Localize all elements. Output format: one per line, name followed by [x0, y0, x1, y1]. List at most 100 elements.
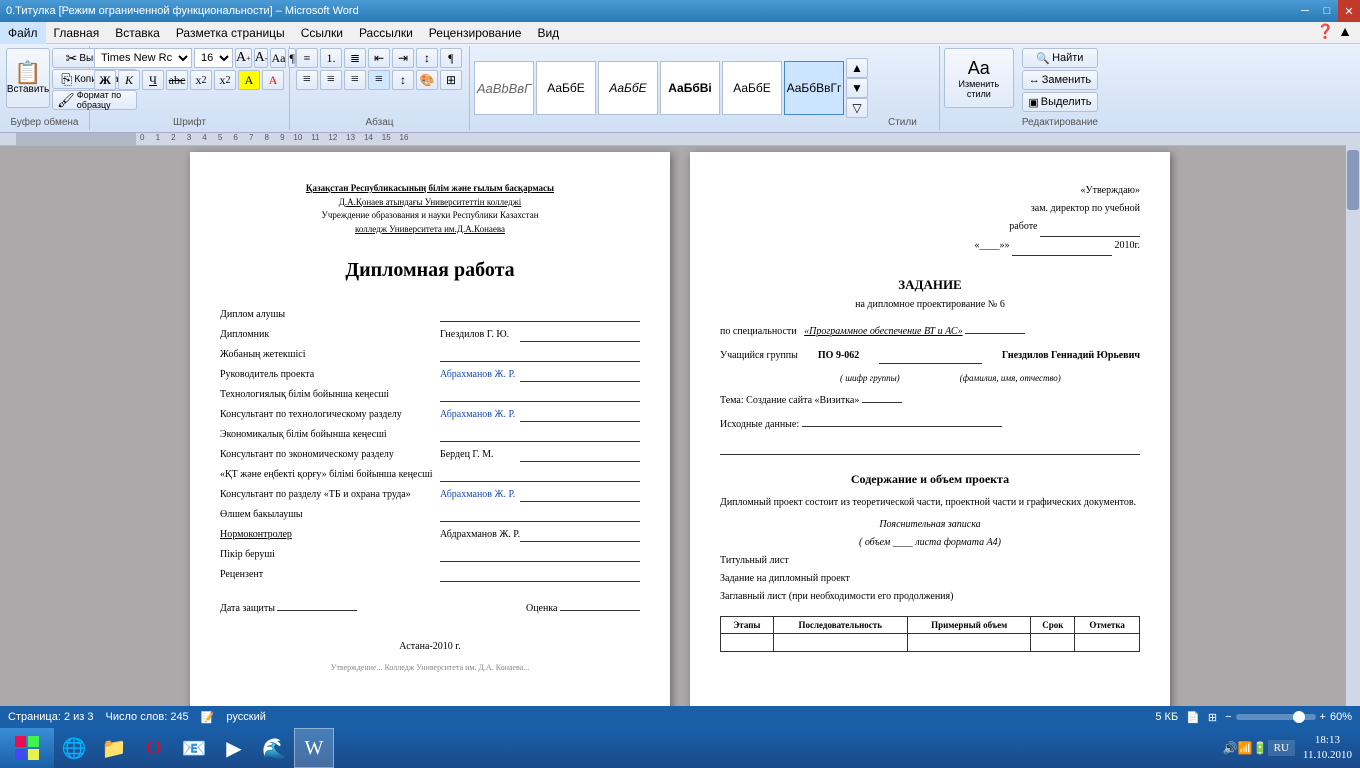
paste-button[interactable]: 📋 Вставить [6, 48, 50, 108]
taskbar-ie-icon[interactable]: 🌐 [54, 728, 94, 768]
approve-role: зам. директор по учебной [720, 200, 1140, 218]
paragraph-row1: ≡ 1. ≣ ⇤ ⇥ ↕ ¶ [296, 48, 462, 68]
paste-label: Вставить [7, 84, 49, 95]
zoom-in-button[interactable]: + [1320, 711, 1326, 723]
content-text: Дипломный проект состоит из теоретическо… [720, 496, 1140, 510]
group-notes: ( шифр группы) (фамилия, имя, отчество) [720, 372, 1140, 385]
taskbar-opera-icon[interactable]: O [134, 728, 174, 768]
multilevel-button[interactable]: ≣ [344, 48, 366, 68]
clear-format-button[interactable]: Aa [270, 48, 286, 68]
header-line3: Учреждение образования и науки Республик… [220, 209, 640, 223]
style-heading2[interactable]: АаБбЕ [598, 61, 658, 115]
strikethrough-button[interactable]: abc [166, 70, 188, 90]
numbering-button[interactable]: 1. [320, 48, 342, 68]
font-size-select[interactable]: 16 [194, 48, 233, 68]
increase-indent-button[interactable]: ⇥ [392, 48, 414, 68]
field-value-7: Бердец Г. М. [440, 448, 520, 462]
taskbar-explorer-icon[interactable]: 📁 [94, 728, 134, 768]
field-olshem: Өлшем бакылаушы [220, 508, 640, 522]
close-button[interactable]: ✕ [1338, 0, 1360, 22]
scroll-thumb[interactable] [1347, 150, 1359, 210]
minimize-button[interactable]: ─ [1294, 0, 1316, 22]
replace-icon: ↔ [1029, 74, 1040, 86]
replace-button[interactable]: ↔ Заменить [1022, 70, 1098, 90]
ribbon-minimize-icon[interactable]: ▲ [1338, 25, 1352, 41]
zoom-thumb[interactable] [1293, 711, 1305, 723]
tray-icon-1: 🔊 [1223, 741, 1238, 756]
taskbar-mail-icon[interactable]: 📧 [174, 728, 214, 768]
language-indicator[interactable]: RU [1268, 740, 1295, 756]
language: русский [226, 711, 265, 723]
field-label-3: Руководитель проекта [220, 368, 440, 382]
style-heading1[interactable]: АаБбЕ [536, 61, 596, 115]
select-button[interactable]: ▣ Выделить [1022, 92, 1098, 112]
data-prefix: Исходные данные: [720, 419, 799, 430]
taskbar-word-icon[interactable]: W [294, 728, 334, 768]
menu-file[interactable]: Файл [0, 22, 46, 44]
menu-layout[interactable]: Разметка страницы [168, 22, 293, 44]
change-styles-button[interactable]: Aa Изменить стили [944, 48, 1014, 108]
field-recenzent: Рецензент [220, 568, 640, 582]
borders-button[interactable]: ⊞ [440, 70, 462, 90]
menu-insert[interactable]: Вставка [107, 22, 168, 44]
group-note1: ( шифр группы) [840, 372, 900, 385]
align-center-button[interactable]: ≡ [320, 70, 342, 90]
zoom-out-button[interactable]: − [1225, 711, 1231, 723]
superscript-button[interactable]: x2 [214, 70, 236, 90]
underline-button[interactable]: Ч [142, 70, 164, 90]
menu-view[interactable]: Вид [529, 22, 567, 44]
italic-button[interactable]: К [118, 70, 140, 90]
find-button[interactable]: 🔍 Найти [1022, 48, 1098, 68]
menu-references[interactable]: Ссылки [293, 22, 351, 44]
shading-button[interactable]: 🎨 [416, 70, 438, 90]
start-button[interactable] [0, 728, 54, 768]
taskbar-browser2-icon[interactable]: 🌊 [254, 728, 294, 768]
field-label-1: Дипломник [220, 328, 440, 342]
help-icon[interactable]: ❓ [1317, 24, 1334, 41]
view-fullscreen-icon[interactable]: ⊞ [1208, 711, 1217, 724]
font-grow-button[interactable]: A+ [235, 48, 252, 68]
taskbar-media-icon[interactable]: ▶ [214, 728, 254, 768]
style-normal[interactable]: АаБбВвГг [784, 61, 844, 115]
group-row: Учащийся группы ПО 9-062 Гнездилов Генна… [720, 348, 1140, 364]
align-right-button[interactable]: ≡ [344, 70, 366, 90]
subscript-button[interactable]: x2 [190, 70, 212, 90]
styles-down-button[interactable]: ▼ [846, 78, 868, 98]
field-label-0: Диплом алушы [220, 308, 440, 322]
menu-mailings[interactable]: Рассылки [351, 22, 421, 44]
style-heading3[interactable]: АаБбВі [660, 61, 720, 115]
bold-button[interactable]: Ж [94, 70, 116, 90]
styles-expand-button[interactable]: ▽ [846, 98, 868, 118]
spell-check-icon[interactable]: 📝 [201, 711, 215, 724]
table-header-stages: Этапы [721, 616, 774, 634]
view-print-icon[interactable]: 📄 [1186, 711, 1200, 724]
styles-up-button[interactable]: ▲ [846, 58, 868, 78]
field-line-2 [440, 348, 640, 362]
text-highlight-button[interactable]: A [238, 70, 260, 90]
ribbon-group-paragraph: ≡ 1. ≣ ⇤ ⇥ ↕ ¶ ≡ ≡ ≡ ≡ ↕ 🎨 ⊞ [290, 46, 470, 130]
menu-home[interactable]: Главная [46, 22, 108, 44]
show-paragraph-button[interactable]: ¶ [440, 48, 462, 68]
zoom-slider[interactable] [1236, 714, 1316, 720]
align-left-button[interactable]: ≡ [296, 70, 318, 90]
restore-button[interactable]: □ [1316, 0, 1338, 22]
page-footer: Астана-2010 г. [220, 640, 640, 654]
menu-review[interactable]: Рецензирование [421, 22, 530, 44]
style-name[interactable]: АаБбЕ [722, 61, 782, 115]
line-spacing-button[interactable]: ↕ [392, 70, 414, 90]
font-name-select[interactable]: Times New Rc [94, 48, 192, 68]
vertical-scrollbar[interactable] [1346, 130, 1360, 706]
task-subtitle: на дипломное проектирование № 6 [720, 298, 1140, 312]
field-value-5: Абрахманов Ж. Р. [440, 408, 520, 422]
sort-button[interactable]: ↕ [416, 48, 438, 68]
decrease-indent-button[interactable]: ⇤ [368, 48, 390, 68]
bullets-button[interactable]: ≡ [296, 48, 318, 68]
style-selection[interactable]: AaBbВвГ [474, 61, 534, 115]
font-shrink-button[interactable]: A- [254, 48, 269, 68]
justify-button[interactable]: ≡ [368, 70, 390, 90]
approve-date-line [1012, 237, 1112, 256]
menubar: Файл Главная Вставка Разметка страницы С… [0, 22, 1360, 44]
font-color-button[interactable]: A [262, 70, 284, 90]
field-value-11: Абдрахманов Ж. Р. [440, 528, 520, 542]
paragraph-row2: ≡ ≡ ≡ ≡ ↕ 🎨 ⊞ [296, 70, 462, 90]
